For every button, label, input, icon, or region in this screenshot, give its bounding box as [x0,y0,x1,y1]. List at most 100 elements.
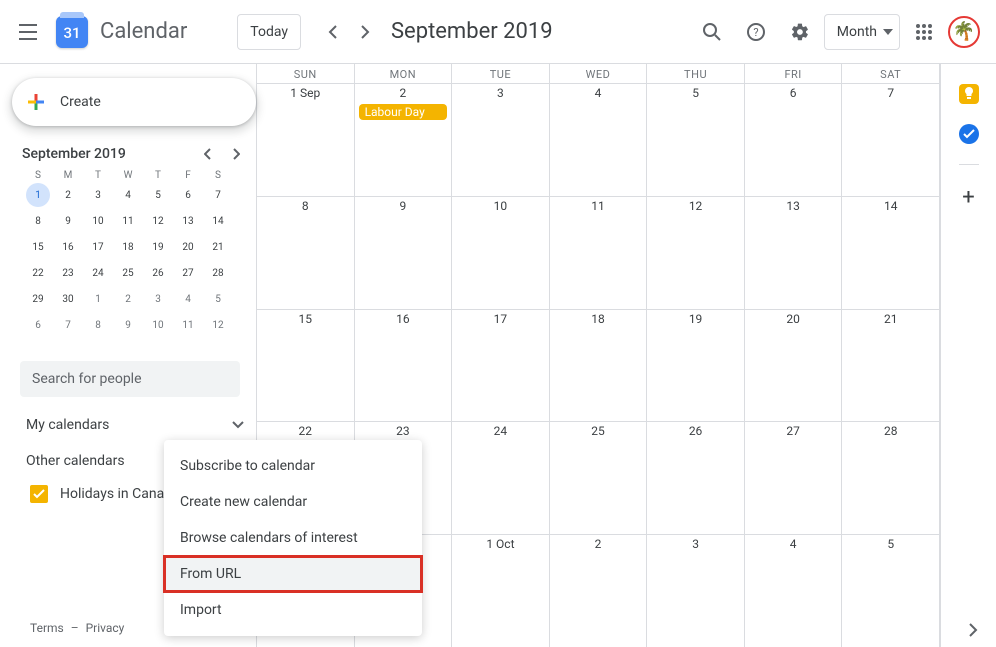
day-cell[interactable]: 3 [647,535,745,647]
mini-day-cell[interactable]: 15 [26,235,50,259]
event-chip[interactable]: Labour Day [359,104,448,120]
mini-day-cell[interactable]: 12 [206,313,230,337]
day-cell[interactable]: 4 [550,84,648,196]
google-apps-button[interactable] [904,12,944,52]
mini-day-cell[interactable]: 29 [26,287,50,311]
day-cell[interactable]: 1 Oct [452,535,550,647]
mini-day-cell[interactable]: 7 [206,183,230,207]
today-button[interactable]: Today [237,14,301,50]
day-cell[interactable]: 21 [842,310,940,422]
help-button[interactable]: ? [736,12,776,52]
mini-day-cell[interactable]: 1 [26,183,50,207]
day-cell[interactable]: 2Labour Day [355,84,453,196]
checkbox-icon[interactable] [30,485,48,503]
mini-day-cell[interactable]: 18 [116,235,140,259]
day-cell[interactable]: 2 [550,535,648,647]
day-cell[interactable]: 24 [452,422,550,534]
create-button[interactable]: Create [12,78,256,126]
day-cell[interactable]: 9 [355,197,453,309]
mini-day-cell[interactable]: 12 [146,209,170,233]
mini-day-cell[interactable]: 2 [116,287,140,311]
mini-day-cell[interactable]: 17 [86,235,110,259]
mini-day-cell[interactable]: 3 [86,183,110,207]
day-cell[interactable]: 14 [842,197,940,309]
mini-day-cell[interactable]: 22 [26,261,50,285]
mini-day-cell[interactable]: 20 [176,235,200,259]
day-cell[interactable]: 3 [452,84,550,196]
mini-next-button[interactable] [224,142,248,166]
mini-day-cell[interactable]: 30 [56,287,80,311]
day-cell[interactable]: 15 [257,310,355,422]
mini-day-cell[interactable]: 10 [146,313,170,337]
mini-day-cell[interactable]: 5 [146,183,170,207]
mini-day-cell[interactable]: 3 [146,287,170,311]
mini-day-cell[interactable]: 8 [86,313,110,337]
day-cell[interactable]: 6 [745,84,843,196]
menu-item[interactable]: Create new calendar [164,484,422,520]
view-selector[interactable]: Month [824,14,900,50]
day-cell[interactable]: 5 [842,535,940,647]
mini-day-cell[interactable]: 2 [56,183,80,207]
next-period-button[interactable] [349,16,381,48]
menu-item[interactable]: Browse calendars of interest [164,520,422,556]
mini-day-cell[interactable]: 9 [116,313,140,337]
day-cell[interactable]: 11 [550,197,648,309]
day-cell[interactable]: 10 [452,197,550,309]
mini-day-cell[interactable]: 11 [116,209,140,233]
mini-day-cell[interactable]: 1 [86,287,110,311]
mini-day-cell[interactable]: 6 [26,313,50,337]
mini-day-cell[interactable]: 7 [56,313,80,337]
mini-day-cell[interactable]: 4 [116,183,140,207]
settings-button[interactable] [780,12,820,52]
mini-day-cell[interactable]: 6 [176,183,200,207]
menu-item[interactable]: Import [164,592,422,628]
mini-day-cell[interactable]: 27 [176,261,200,285]
day-cell[interactable]: 16 [355,310,453,422]
mini-day-cell[interactable]: 11 [176,313,200,337]
day-cell[interactable]: 17 [452,310,550,422]
day-cell[interactable]: 1 Sep [257,84,355,196]
day-cell[interactable]: 25 [550,422,648,534]
mini-day-cell[interactable]: 9 [56,209,80,233]
day-cell[interactable]: 28 [842,422,940,534]
mini-day-cell[interactable]: 19 [146,235,170,259]
account-avatar[interactable]: 🌴 [948,16,980,48]
mini-day-cell[interactable]: 23 [56,261,80,285]
prev-period-button[interactable] [317,16,349,48]
mini-day-cell[interactable]: 14 [206,209,230,233]
mini-day-cell[interactable]: 28 [206,261,230,285]
menu-item[interactable]: From URL [164,556,422,592]
day-cell[interactable]: 19 [647,310,745,422]
mini-day-cell[interactable]: 4 [176,287,200,311]
search-people-input[interactable]: Search for people [20,361,240,397]
day-cell[interactable]: 27 [745,422,843,534]
tasks-icon[interactable] [959,124,979,144]
day-cell[interactable]: 5 [647,84,745,196]
privacy-link[interactable]: Privacy [86,621,125,635]
main-menu-button[interactable] [8,12,48,52]
add-addon-button[interactable]: + [962,185,974,210]
day-cell[interactable]: 12 [647,197,745,309]
mini-prev-button[interactable] [196,142,220,166]
day-cell[interactable]: 20 [745,310,843,422]
mini-day-cell[interactable]: 16 [56,235,80,259]
day-cell[interactable]: 13 [745,197,843,309]
mini-day-cell[interactable]: 8 [26,209,50,233]
mini-day-cell[interactable]: 13 [176,209,200,233]
day-cell[interactable]: 26 [647,422,745,534]
menu-item[interactable]: Subscribe to calendar [164,448,422,484]
day-cell[interactable]: 8 [257,197,355,309]
expand-side-panel-button[interactable] [968,623,978,637]
mini-day-cell[interactable]: 10 [86,209,110,233]
search-button[interactable] [692,12,732,52]
day-cell[interactable]: 4 [745,535,843,647]
mini-day-cell[interactable]: 26 [146,261,170,285]
mini-day-cell[interactable]: 5 [206,287,230,311]
my-calendars-section[interactable]: My calendars [8,407,256,443]
terms-link[interactable]: Terms [30,621,64,635]
mini-day-cell[interactable]: 21 [206,235,230,259]
mini-day-cell[interactable]: 24 [86,261,110,285]
mini-day-cell[interactable]: 25 [116,261,140,285]
keep-icon[interactable] [959,84,979,104]
day-cell[interactable]: 18 [550,310,648,422]
